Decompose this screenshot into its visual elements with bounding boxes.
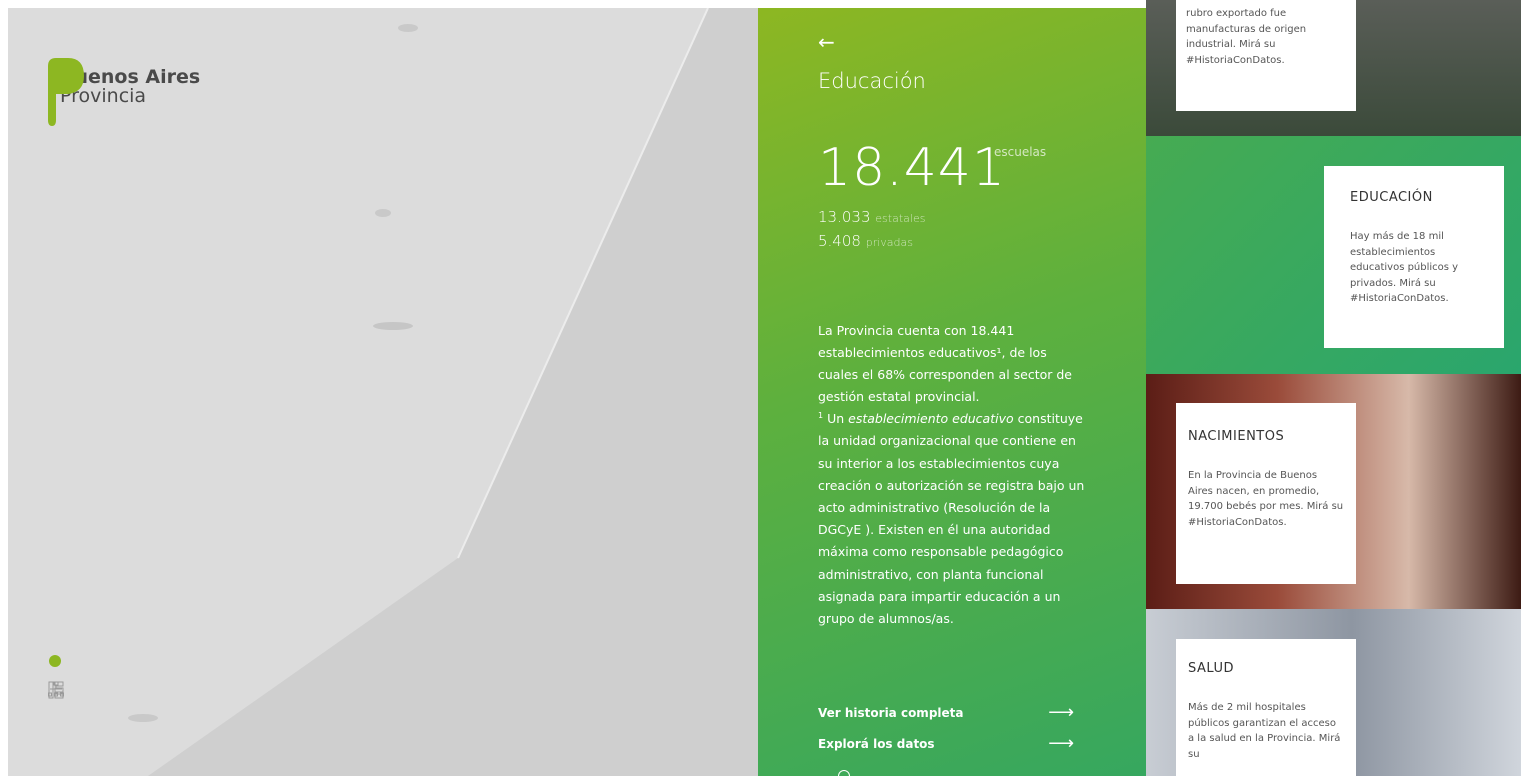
stat-unit: estatales [875, 212, 926, 225]
brand-logo[interactable]: Buenos Aires Provincia [44, 58, 200, 126]
explora-datos-link[interactable]: Explorá los datos ⟶ [818, 733, 1074, 754]
description-paragraph: La Provincia cuenta con 18.441 estableci… [818, 323, 1072, 404]
story-tile-industria[interactable]: rubro exportado fue manufacturas de orig… [1146, 0, 1521, 136]
card-text: Más de 2 mil hospitales públicos garanti… [1188, 702, 1341, 760]
big-number: 18.441 [818, 138, 1006, 198]
footnote-paragraph: 1 Un establecimiento educativo constituy… [818, 405, 1088, 630]
org-chart-icon[interactable] [48, 681, 64, 699]
big-number-unit: escuelas [994, 145, 1047, 159]
stat-estatales: 13.033 estatales [818, 208, 925, 226]
story-card[interactable]: EDUCACIÓN Hay más de 18 mil establecimie… [1324, 166, 1504, 348]
stat-value: 5.408 [818, 232, 861, 250]
footnote-italic: establecimiento educativo [848, 411, 1014, 427]
map-area[interactable]: Buenos Aires Provincia [8, 8, 758, 776]
stat-value: 13.033 [818, 208, 871, 226]
footnote-prefix: Un [827, 411, 845, 427]
back-arrow-button[interactable]: ← [818, 30, 835, 54]
province-logo-icon [48, 58, 84, 126]
side-nav [48, 655, 64, 699]
map-shape [128, 8, 758, 776]
search-icon[interactable] [838, 770, 850, 776]
panel-title: Educación [818, 69, 926, 93]
ver-historia-link[interactable]: Ver historia completa ⟶ [818, 702, 1074, 723]
card-title: EDUCACIÓN [1350, 190, 1433, 205]
active-dot-indicator[interactable] [49, 655, 61, 667]
footnote-mark: 1 [818, 411, 824, 420]
story-card[interactable]: SALUD Más de 2 mil hospitales públicos g… [1176, 639, 1356, 776]
card-text: En la Provincia de Buenos Aires nacen, e… [1188, 470, 1344, 528]
story-tile-salud[interactable]: SALUD Más de 2 mil hospitales públicos g… [1146, 609, 1521, 776]
card-text: Hay más de 18 mil establecimientos educa… [1350, 231, 1459, 304]
card-text: rubro exportado fue manufacturas de orig… [1186, 8, 1307, 66]
stat-privadas: 5.408 privadas [818, 232, 913, 250]
story-tile-educacion[interactable]: EDUCACIÓN Hay más de 18 mil establecimie… [1146, 136, 1521, 374]
stat-unit: privadas [865, 236, 913, 249]
detail-panel: ← Educación 18.441 escuelas 13.033 estat… [758, 8, 1146, 776]
footnote-text: constituye la unidad organizacional que … [818, 411, 1085, 626]
link-label: Explorá los datos [818, 737, 935, 751]
story-card[interactable]: NACIMIENTOS En la Provincia de Buenos Ai… [1176, 403, 1356, 584]
story-tile-nacimientos[interactable]: NACIMIENTOS En la Provincia de Buenos Ai… [1146, 374, 1521, 609]
card-title: SALUD [1188, 661, 1235, 676]
story-card[interactable]: rubro exportado fue manufacturas de orig… [1176, 0, 1356, 111]
card-title: NACIMIENTOS [1188, 429, 1285, 444]
link-label: Ver historia completa [818, 706, 964, 720]
arrow-right-icon: ⟶ [1048, 702, 1074, 723]
arrow-right-icon: ⟶ [1048, 733, 1074, 754]
